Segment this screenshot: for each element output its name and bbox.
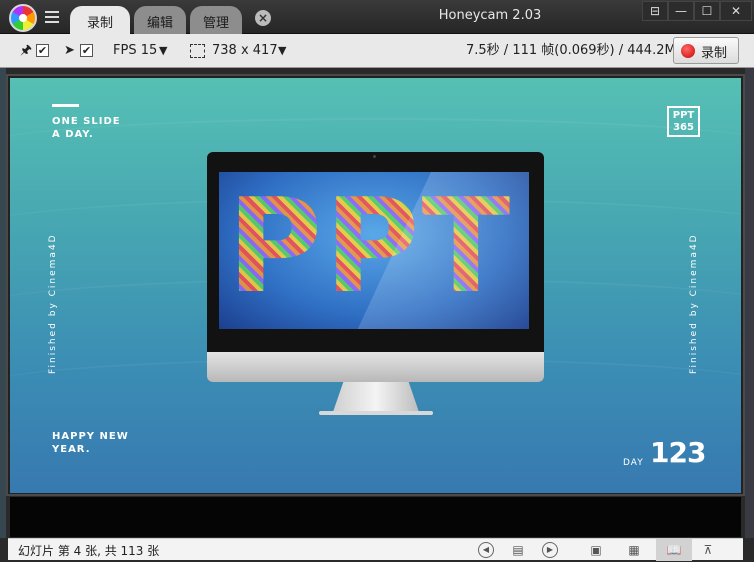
minimize-button[interactable]: — [668,1,694,21]
record-toolbar: 🖈 ✔ ➤ ✔ FPS 15 ▼ 738 x 417 ▼ 7.5秒 / 111 … [0,34,754,68]
greeting-line2: YEAR. [52,444,91,455]
tab-record[interactable]: 录制 [70,6,130,34]
record-dot-icon [681,44,695,58]
reading-view-icon[interactable]: 📖 [656,539,692,561]
pin-checkbox[interactable]: ✔ [36,41,49,61]
pin-icon: 🖈 [20,43,33,58]
notes-icon[interactable]: ▤ [510,542,526,558]
monitor-screen: PPT [219,172,529,329]
cursor-icon: ➤ [64,43,75,58]
chevron-down-icon[interactable]: ▼ [278,41,286,61]
monitor-stand-base [319,411,433,415]
resize-area-icon [190,44,205,58]
record-button[interactable]: 录制 [673,37,739,64]
powerpoint-status-bar: 幻灯片 第 4 张, 共 113 张 ◀ ▤ ▶ ▣ ▦ 📖 ⊼ [8,538,743,561]
slide-sorter-icon[interactable]: ▦ [626,542,642,558]
slideshow-icon[interactable]: ⊼ [700,542,716,558]
title-bar: 录制 编辑 管理 × Honeycam 2.03 ⊟ — ☐ ✕ [0,0,754,34]
record-button-label: 录制 [701,46,728,61]
chevron-down-icon[interactable]: ▼ [159,41,167,61]
window-title: Honeycam 2.03 [438,8,542,23]
desktop-edge-right [745,68,754,538]
tab-edit[interactable]: 编辑 [134,6,186,34]
next-slide-icon[interactable]: ▶ [542,542,558,558]
close-window-button[interactable]: ✕ [720,1,752,21]
greeting-line1: HAPPY NEW [52,431,129,442]
hamburger-menu-icon[interactable] [45,11,59,23]
day-label: DAY [623,458,644,468]
honeycam-window: 录制 编辑 管理 × Honeycam 2.03 ⊟ — ☐ ✕ 🖈 ✔ ➤ ✔… [0,0,754,562]
normal-view-icon[interactable]: ▣ [588,542,604,558]
slide-tagline-line2: A DAY. [52,129,94,140]
slide-counter: 幻灯片 第 4 张, 共 113 张 [18,544,160,558]
monitor-chin [207,352,544,382]
slide-bottom-area [10,497,741,537]
close-icon[interactable]: × [255,10,271,26]
presentation-slide: ONE SLIDE A DAY. PPT 365 Finished by Cin… [10,78,741,493]
maximize-button[interactable]: ☐ [694,1,720,21]
apple-logo-icon [367,358,381,374]
day-number: 123 [650,436,706,469]
fps-dropdown[interactable]: FPS 15 [113,41,157,61]
ppt365-logo: PPT 365 [667,106,700,137]
tab-manage[interactable]: 管理 [190,6,242,34]
monitor-bezel: PPT [207,152,544,352]
previous-slide-icon[interactable]: ◀ [478,542,494,558]
vertical-credit-right: Finished by Cinema4D [689,233,699,374]
slide-tagline-line1: ONE SLIDE [52,116,121,127]
honeycam-logo-icon[interactable] [9,4,37,32]
accent-line [52,104,79,107]
cursor-checkbox[interactable]: ✔ [80,41,93,61]
capture-size-dropdown[interactable]: 738 x 417 [212,41,278,61]
camera-dot [373,155,376,158]
monitor-stand [333,382,419,412]
vertical-credit-left: Finished by Cinema4D [48,233,58,374]
recording-stats: 7.5秒 / 111 帧(0.069秒) / 444.2MB [466,43,685,58]
pin-window-button[interactable]: ⊟ [642,1,668,21]
